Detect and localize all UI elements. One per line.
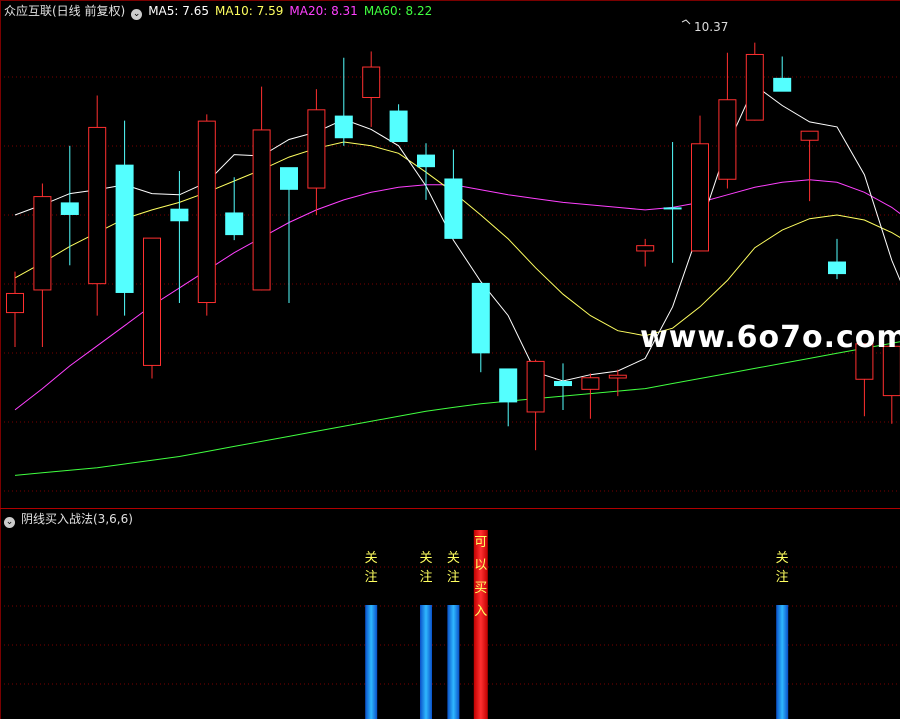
ma10-label: MA10: 7.59 [214, 4, 284, 18]
watch-signal-label: 关注 [419, 551, 433, 585]
max-price-arrow-icon [681, 19, 691, 25]
candle-body [307, 109, 326, 189]
candle-body [60, 202, 79, 215]
candle-body [828, 261, 846, 275]
candle [882, 345, 900, 424]
watch-signal-bar [447, 605, 460, 719]
candle [88, 95, 107, 316]
candle [554, 363, 572, 410]
max-price-marker: 10.37 [681, 19, 728, 34]
candle [33, 183, 52, 348]
candle-body [280, 167, 298, 190]
candlestick-series [6, 42, 900, 451]
stock-title[interactable]: 众应互联(日线 前复权) [4, 4, 125, 18]
candle-body [143, 237, 161, 366]
candle [526, 359, 545, 451]
candle [225, 177, 244, 241]
ma5-label: MA5: 7.65 [148, 4, 209, 18]
ma60-label: MA60: 8.22 [363, 4, 433, 18]
candle-body [225, 212, 244, 236]
indicator-panel-header: ⌄ 阴线买入战法(3,6,6) [4, 511, 139, 528]
candle [197, 114, 216, 316]
candle-body [691, 143, 709, 252]
collapse-icon[interactable]: ⌄ [131, 9, 143, 20]
candle [800, 130, 819, 202]
candle-body [608, 374, 627, 379]
candle-body [663, 207, 682, 210]
candle-body [252, 129, 271, 291]
candle [691, 115, 709, 252]
candle [718, 52, 737, 189]
candle [170, 170, 189, 304]
candle [115, 120, 134, 316]
candle-body [499, 368, 518, 403]
candle-body [6, 292, 24, 314]
candle [444, 149, 463, 239]
ma20-label: MA20: 8.31 [289, 4, 358, 18]
candle [252, 86, 271, 291]
candle [307, 89, 326, 215]
candle [773, 56, 792, 92]
watch-signal-bar [365, 605, 378, 719]
candle-body [417, 154, 435, 168]
candle-body [389, 110, 408, 143]
candle-body [33, 196, 52, 291]
candle-body [115, 164, 134, 293]
collapse-icon[interactable]: ⌄ [4, 517, 15, 528]
watch-signal-label: 关注 [775, 551, 789, 585]
candle [334, 57, 353, 146]
candle [828, 238, 846, 280]
candle [581, 373, 600, 419]
candle-body [718, 99, 737, 180]
candle-body [773, 77, 792, 92]
candle-body [197, 120, 216, 304]
candle [6, 271, 24, 348]
candle [636, 238, 655, 267]
candle [499, 368, 518, 427]
watermark: www.6o7o.com [640, 320, 900, 355]
candle-body [88, 126, 107, 285]
candle [417, 143, 435, 200]
candle-body [471, 282, 490, 354]
buy-signal-label: 可以买入 [474, 535, 488, 619]
max-price-label: 10.37 [694, 20, 728, 34]
candle-body [581, 377, 600, 390]
price-panel-header: 众应互联(日线 前复权) ⌄ MA5: 7.65 MA10: 7.59 MA20: 8.… [4, 3, 438, 20]
candle [389, 104, 408, 143]
candle [745, 42, 764, 121]
indicator-title[interactable]: 阴线买入战法(3,6,6) [21, 512, 133, 526]
candle-body [170, 208, 189, 222]
candle-body [526, 360, 545, 413]
candle [362, 51, 381, 127]
candle-body [636, 245, 655, 252]
watch-signal-bar [420, 605, 432, 719]
watch-signal-bar [776, 605, 789, 719]
candle-body [800, 130, 819, 141]
candle [143, 237, 161, 379]
candle-body [444, 178, 463, 239]
candle-body [334, 115, 353, 139]
candle [471, 282, 490, 373]
candle-body [745, 53, 764, 121]
candle [280, 167, 298, 304]
kline-chart[interactable]: 10.37 [0, 0, 900, 719]
candle [60, 145, 79, 266]
watch-signal-label: 关注 [446, 551, 460, 585]
candle [608, 369, 627, 397]
candle-body [362, 66, 381, 98]
candle-body [554, 381, 572, 387]
candle [663, 142, 682, 263]
watch-signal-label: 关注 [364, 551, 378, 585]
